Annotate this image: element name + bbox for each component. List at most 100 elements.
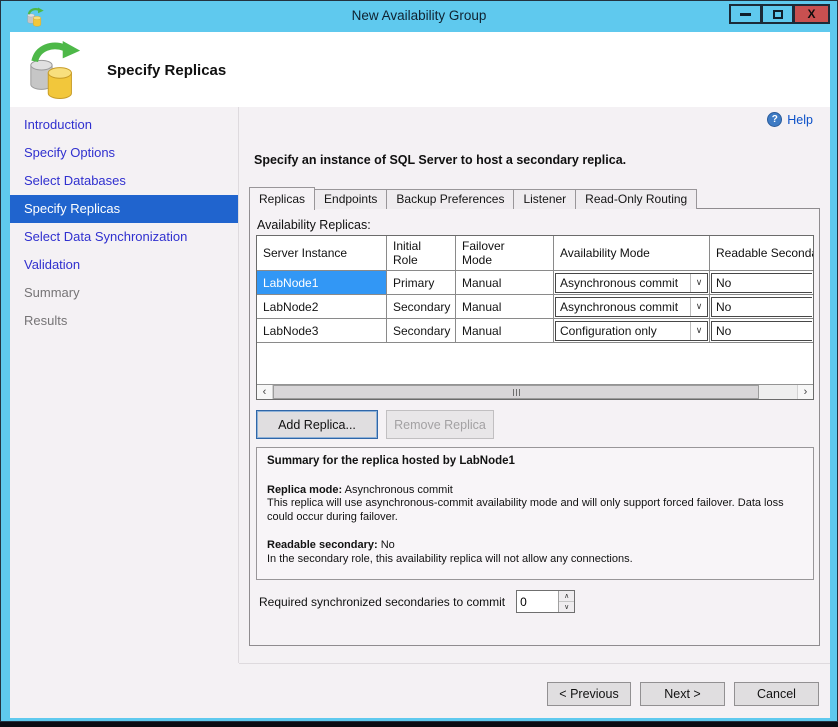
tab-backup-preferences[interactable]: Backup Preferences — [386, 189, 514, 209]
window-title: New Availability Group — [1, 8, 837, 23]
cell-availability-mode: Asynchronous commit ∨ — [554, 271, 710, 294]
instruction-text: Specify an instance of SQL Server to hos… — [254, 153, 626, 167]
table-row[interactable]: LabNode3 Secondary Manual Configuration … — [257, 319, 813, 343]
page-title: Specify Replicas — [107, 62, 226, 79]
cell-readable-secondary: No — [710, 271, 813, 294]
cell-readable-secondary: No — [710, 319, 813, 342]
close-button[interactable]: X — [793, 4, 830, 24]
cell-server-instance[interactable]: LabNode1 — [257, 271, 387, 294]
replica-summary-box: Summary for the replica hosted by LabNod… — [256, 447, 814, 580]
cell-failover-mode: Manual — [456, 319, 554, 342]
replica-mode-block: Replica mode: Asynchronous commit This r… — [267, 484, 803, 525]
minimize-icon — [740, 13, 751, 16]
help-link[interactable]: ? Help — [767, 112, 813, 127]
scroll-left-arrow-icon[interactable]: ‹ — [257, 385, 273, 399]
column-header-server-instance[interactable]: Server Instance — [257, 236, 387, 270]
stepper-arrows: ∧ ∨ — [558, 591, 574, 612]
cell-readable-secondary: No — [710, 295, 813, 318]
column-header-readable-secondary[interactable]: Readable Secondar — [710, 236, 813, 270]
window-controls: X — [729, 4, 830, 24]
column-header-availability-mode[interactable]: Availability Mode — [554, 236, 710, 270]
sidebar-item-specify-options[interactable]: Specify Options — [10, 139, 238, 167]
wizard-footer: < Previous Next > Cancel — [10, 663, 830, 718]
availability-mode-dropdown[interactable]: Asynchronous commit ∨ — [555, 273, 708, 293]
tab-endpoints[interactable]: Endpoints — [314, 189, 387, 209]
titlebar[interactable]: New Availability Group X — [1, 1, 837, 32]
add-replica-button[interactable]: Add Replica... — [256, 410, 378, 439]
maximize-icon — [773, 10, 783, 19]
availability-mode-value: Configuration only — [556, 322, 690, 340]
chevron-down-icon[interactable]: ∨ — [690, 274, 707, 292]
tab-listener[interactable]: Listener — [513, 189, 576, 209]
column-header-failover-mode-label: Failover Mode — [462, 239, 520, 268]
wizard-steps-sidebar: Introduction Specify Options Select Data… — [10, 107, 239, 663]
availability-mode-value: Asynchronous commit — [556, 298, 690, 316]
cell-initial-role: Secondary — [387, 319, 456, 342]
replica-tabs: Replicas Endpoints Backup Preferences Li… — [249, 186, 697, 209]
sidebar-item-select-databases[interactable]: Select Databases — [10, 167, 238, 195]
chevron-down-icon[interactable]: ∨ — [690, 298, 707, 316]
help-label: Help — [787, 113, 813, 127]
sidebar-item-select-data-synchronization[interactable]: Select Data Synchronization — [10, 223, 238, 251]
footer-divider — [239, 663, 830, 664]
spin-up-icon[interactable]: ∧ — [559, 591, 574, 602]
availability-mode-dropdown[interactable]: Asynchronous commit ∨ — [555, 297, 708, 317]
replicas-database-icon — [26, 39, 84, 101]
column-header-initial-role-label: Initial Role — [393, 239, 449, 268]
availability-mode-dropdown[interactable]: Configuration only ∨ — [555, 321, 708, 341]
cell-initial-role: Secondary — [387, 295, 456, 318]
readable-secondary-label: Readable secondary: — [267, 539, 378, 551]
step-content: ? Help Specify an instance of SQL Server… — [240, 107, 830, 663]
required-secondaries-stepper: ∧ ∨ — [516, 590, 575, 613]
replicas-tab-panel: Availability Replicas: Server Instance I… — [249, 208, 820, 646]
cell-availability-mode: Configuration only ∨ — [554, 319, 710, 342]
readable-secondary-dropdown[interactable]: No — [711, 273, 812, 293]
cell-availability-mode: Asynchronous commit ∨ — [554, 295, 710, 318]
wizard-window: New Availability Group X Specify Replica… — [0, 0, 838, 722]
column-header-initial-role[interactable]: Initial Role — [387, 236, 456, 270]
required-secondaries-label: Required synchronized secondaries to com… — [259, 595, 505, 609]
readable-secondary-description: In the secondary role, this availability… — [267, 553, 803, 567]
cell-failover-mode: Manual — [456, 295, 554, 318]
help-icon: ? — [767, 112, 782, 127]
replica-mode-value: Asynchronous commit — [345, 484, 453, 496]
cell-server-instance[interactable]: LabNode2 — [257, 295, 387, 318]
spin-down-icon[interactable]: ∨ — [559, 602, 574, 612]
cell-failover-mode: Manual — [456, 271, 554, 294]
readable-secondary-dropdown[interactable]: No — [711, 321, 812, 341]
required-secondaries-row: Required synchronized secondaries to com… — [259, 590, 575, 613]
sidebar-item-summary: Summary — [10, 279, 238, 307]
previous-button[interactable]: < Previous — [547, 682, 631, 706]
summary-title: Summary for the replica hosted by LabNod… — [267, 455, 803, 469]
table-row[interactable]: LabNode2 Secondary Manual Asynchronous c… — [257, 295, 813, 319]
availability-replicas-grid: Server Instance Initial Role Failover Mo… — [256, 235, 814, 400]
replica-mode-description: This replica will use asynchronous-commi… — [267, 497, 803, 524]
readable-secondary-value: No — [381, 539, 395, 551]
chevron-down-icon[interactable]: ∨ — [690, 322, 707, 340]
tab-read-only-routing[interactable]: Read-Only Routing — [575, 189, 697, 209]
minimize-button[interactable] — [729, 4, 761, 24]
grid-horizontal-scrollbar[interactable]: ‹ › — [257, 384, 813, 399]
readable-secondary-dropdown[interactable]: No — [711, 297, 812, 317]
cancel-button[interactable]: Cancel — [734, 682, 819, 706]
maximize-button[interactable] — [761, 4, 793, 24]
column-header-failover-mode[interactable]: Failover Mode — [456, 236, 554, 270]
replica-mode-label: Replica mode: — [267, 484, 342, 496]
scrollbar-thumb[interactable] — [273, 385, 759, 399]
sidebar-item-validation[interactable]: Validation — [10, 251, 238, 279]
wizard-header: Specify Replicas — [10, 32, 830, 107]
cell-server-instance[interactable]: LabNode3 — [257, 319, 387, 342]
cell-initial-role: Primary — [387, 271, 456, 294]
sidebar-item-introduction[interactable]: Introduction — [10, 111, 238, 139]
next-button[interactable]: Next > — [640, 682, 725, 706]
grid-header-row: Server Instance Initial Role Failover Mo… — [257, 236, 813, 271]
sidebar-item-specify-replicas[interactable]: Specify Replicas — [10, 195, 238, 223]
remove-replica-button[interactable]: Remove Replica — [386, 410, 494, 439]
availability-mode-value: Asynchronous commit — [556, 274, 690, 292]
tab-replicas[interactable]: Replicas — [249, 187, 315, 210]
table-row[interactable]: LabNode1 Primary Manual Asynchronous com… — [257, 271, 813, 295]
availability-replicas-label: Availability Replicas: — [257, 218, 371, 232]
scroll-right-arrow-icon[interactable]: › — [797, 385, 813, 399]
desktop: { "window": { "title": "New Availability… — [0, 0, 838, 727]
required-secondaries-input[interactable] — [517, 591, 558, 612]
